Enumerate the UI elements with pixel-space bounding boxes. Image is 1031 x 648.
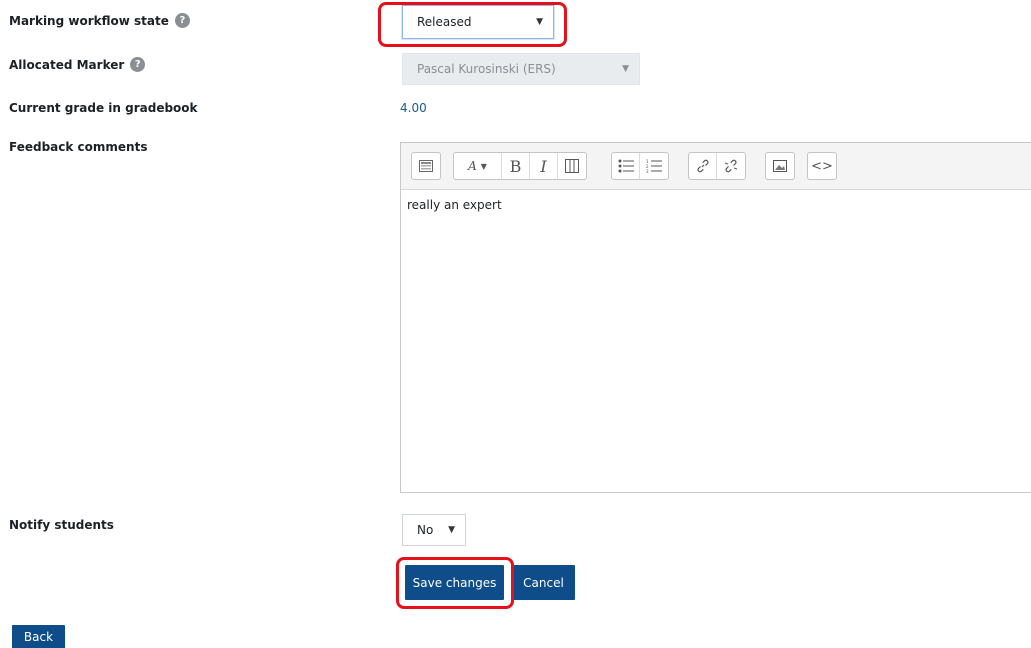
workflow-state-select[interactable]: Released ▼ xyxy=(402,5,554,39)
image-icon[interactable] xyxy=(766,153,794,179)
link-icon[interactable] xyxy=(689,153,717,179)
current-grade-label: Current grade in gradebook xyxy=(9,101,198,115)
toolbar-group-more xyxy=(411,152,441,180)
html-icon[interactable]: <> xyxy=(808,153,836,179)
cancel-button[interactable]: Cancel xyxy=(512,565,575,600)
italic-icon[interactable]: I xyxy=(530,153,558,179)
help-icon[interactable]: ? xyxy=(130,57,146,72)
toolbar-group-html: <> xyxy=(807,152,837,180)
help-icon[interactable]: ? xyxy=(174,13,190,28)
toolbar-group-text: A ▼ B I xyxy=(453,152,587,180)
chevron-down-icon: ▼ xyxy=(448,525,455,535)
allocated-marker-select: Pascal Kurosinski (ERS) ▼ xyxy=(402,53,640,85)
toolbar-group-links xyxy=(688,152,746,180)
current-grade-value: 4.00 xyxy=(400,101,427,115)
unordered-list-icon[interactable] xyxy=(612,153,640,179)
notify-students-select[interactable]: No ▼ xyxy=(402,514,466,546)
table-icon[interactable] xyxy=(558,153,586,179)
grading-form-page: Marking workflow state ? Released ▼ Allo… xyxy=(0,0,1031,648)
back-button[interactable]: Back xyxy=(12,625,65,648)
ordered-list-icon[interactable]: 123 xyxy=(640,153,668,179)
font-style-icon[interactable]: A ▼ xyxy=(454,153,502,179)
show-more-icon[interactable] xyxy=(412,153,440,179)
allocated-marker-label: Allocated Marker ? xyxy=(9,57,146,72)
bold-icon[interactable]: B xyxy=(502,153,530,179)
notify-students-label: Notify students xyxy=(9,518,114,532)
feedback-editor: A ▼ B I 123 <> really an expert xyxy=(400,142,1031,493)
toolbar-group-lists: 123 xyxy=(611,152,669,180)
chevron-down-icon: ▼ xyxy=(622,64,629,74)
feedback-comments-label: Feedback comments xyxy=(9,140,148,154)
workflow-state-label: Marking workflow state ? xyxy=(9,13,190,28)
editor-toolbar: A ▼ B I 123 <> xyxy=(401,143,1031,190)
chevron-down-icon: ▼ xyxy=(536,17,543,27)
save-changes-button[interactable]: Save changes xyxy=(405,565,504,600)
toolbar-group-image xyxy=(765,152,795,180)
unlink-icon[interactable] xyxy=(717,153,745,179)
feedback-text-area[interactable]: really an expert xyxy=(401,190,1031,220)
svg-text:3: 3 xyxy=(646,169,649,173)
